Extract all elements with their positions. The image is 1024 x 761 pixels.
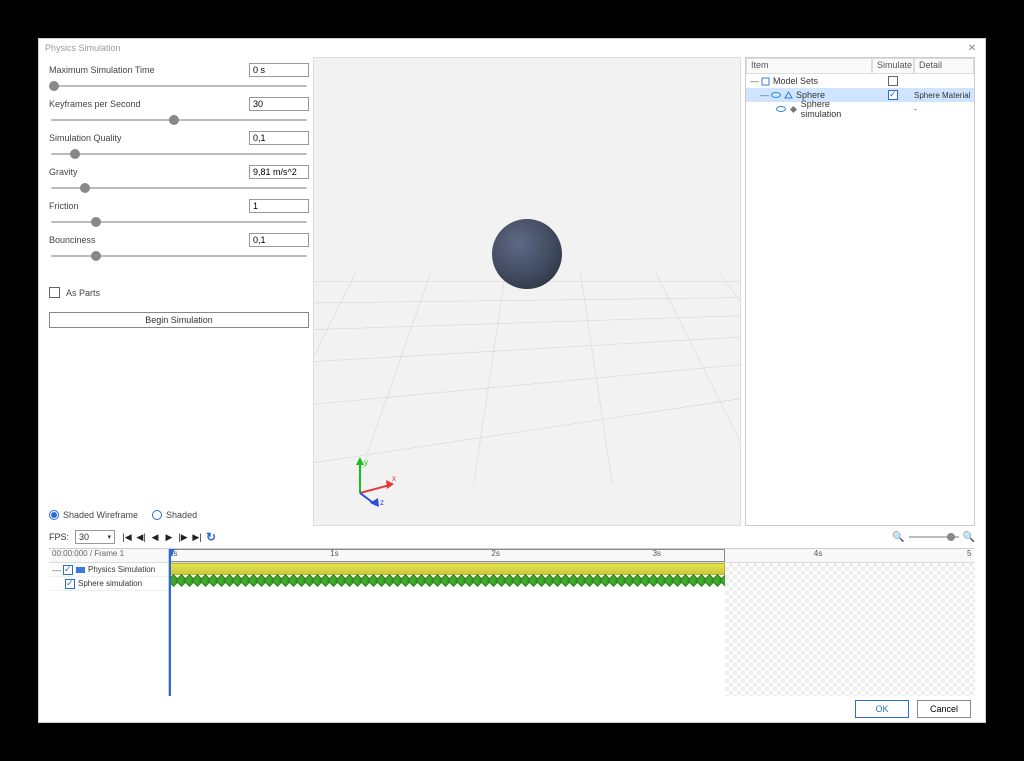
play-back-icon[interactable]: ◀ bbox=[149, 531, 161, 543]
main-area: Maximum Simulation Time Keyframes per Se… bbox=[39, 57, 985, 526]
expander-icon[interactable]: — bbox=[52, 565, 60, 575]
th-detail[interactable]: Detail bbox=[914, 58, 974, 74]
cancel-button[interactable]: Cancel bbox=[917, 700, 971, 718]
tl-check-physics[interactable] bbox=[63, 565, 73, 575]
shaded-wireframe-label: Shaded Wireframe bbox=[63, 510, 138, 520]
max-time-slider[interactable] bbox=[49, 81, 309, 91]
param-bounciness: Bounciness bbox=[49, 233, 309, 247]
svg-text:y: y bbox=[364, 458, 368, 467]
bounce-input[interactable] bbox=[249, 233, 309, 247]
th-simulate[interactable]: Simulate bbox=[872, 58, 914, 74]
tl-row-sphere[interactable]: Sphere simulation bbox=[49, 577, 168, 591]
playhead[interactable] bbox=[169, 549, 171, 696]
tree-header: Item Simulate Detail bbox=[746, 58, 974, 74]
step-forward-icon[interactable]: |▶ bbox=[177, 531, 189, 543]
simulation-icon bbox=[789, 105, 798, 114]
as-parts-checkbox[interactable] bbox=[49, 287, 60, 298]
tree-row-sphere-sim[interactable]: Sphere simulation - bbox=[746, 102, 974, 116]
quality-input[interactable] bbox=[249, 131, 309, 145]
param-keyframes: Keyframes per Second bbox=[49, 97, 309, 111]
tl-check-sphere[interactable] bbox=[65, 579, 75, 589]
go-start-icon[interactable]: |◀ bbox=[121, 531, 133, 543]
as-parts-label: As Parts bbox=[66, 288, 100, 298]
fps-selector[interactable]: 30 ▾ bbox=[75, 530, 115, 544]
tl-row-physics[interactable]: — Physics Simulation bbox=[49, 563, 168, 577]
range-bracket[interactable] bbox=[169, 549, 725, 562]
dialog-footer: OK Cancel bbox=[39, 696, 985, 722]
window-title: Physics Simulation bbox=[45, 43, 121, 53]
playback-buttons: |◀ ◀| ◀ ▶ |▶ ▶| ↻ bbox=[121, 531, 217, 543]
th-item[interactable]: Item bbox=[746, 58, 872, 74]
max-time-input[interactable] bbox=[249, 63, 309, 77]
expander-icon[interactable]: — bbox=[750, 76, 758, 86]
timeline-status: 00:00:000 / Frame 1 bbox=[49, 549, 168, 563]
friction-input[interactable] bbox=[249, 199, 309, 213]
fps-label: FPS: bbox=[49, 532, 69, 542]
parameters-panel: Maximum Simulation Time Keyframes per Se… bbox=[49, 57, 309, 526]
quality-slider[interactable] bbox=[49, 149, 309, 159]
axis-gizmo[interactable]: y x z bbox=[346, 455, 398, 507]
zoom-out-icon[interactable]: 🔍 bbox=[892, 532, 904, 543]
visibility-icon[interactable] bbox=[771, 92, 781, 98]
bounce-label: Bounciness bbox=[49, 235, 189, 245]
close-icon[interactable]: ✕ bbox=[965, 41, 979, 55]
as-parts-row: As Parts bbox=[49, 287, 309, 298]
friction-label: Friction bbox=[49, 201, 189, 211]
timeline-tracks[interactable]: 0s 1s 2s 3s 4s 5 bbox=[169, 549, 975, 696]
timeline-tree: 00:00:000 / Frame 1 — Physics Simulation… bbox=[49, 549, 169, 696]
loop-icon[interactable]: ↻ bbox=[205, 531, 217, 543]
keyframes-sphere[interactable] bbox=[169, 576, 733, 585]
zoom-in-icon[interactable]: 🔍 bbox=[963, 532, 975, 543]
gravity-slider[interactable] bbox=[49, 183, 309, 193]
detail-sphere-sim: - bbox=[914, 105, 974, 114]
timeline-panel: FPS: 30 ▾ |◀ ◀| ◀ ▶ |▶ ▶| ↻ 🔍 🔍 0 bbox=[39, 526, 985, 696]
param-max-time: Maximum Simulation Time bbox=[49, 63, 309, 77]
item-tree-panel: Item Simulate Detail — Model Sets — Sp bbox=[745, 57, 975, 526]
dropdown-icon: ▾ bbox=[108, 533, 112, 541]
simulate-checkbox-modelsets[interactable] bbox=[888, 76, 898, 86]
kps-input[interactable] bbox=[249, 97, 309, 111]
kps-slider[interactable] bbox=[49, 115, 309, 125]
radio-shaded-wireframe[interactable] bbox=[49, 510, 59, 520]
clip-physics[interactable] bbox=[169, 563, 725, 575]
param-friction: Friction bbox=[49, 199, 309, 213]
dialog-window: Physics Simulation ✕ Maximum Simulation … bbox=[38, 38, 986, 723]
time-ruler[interactable]: 0s 1s 2s 3s 4s 5 bbox=[169, 549, 975, 563]
gravity-input[interactable] bbox=[249, 165, 309, 179]
quality-label: Simulation Quality bbox=[49, 133, 189, 143]
folder-icon bbox=[76, 565, 85, 574]
kps-label: Keyframes per Second bbox=[49, 99, 189, 109]
play-forward-icon[interactable]: ▶ bbox=[163, 531, 175, 543]
sphere-mesh[interactable] bbox=[492, 219, 562, 289]
step-back-icon[interactable]: ◀| bbox=[135, 531, 147, 543]
detail-sphere[interactable]: Sphere Material bbox=[914, 91, 974, 100]
gravity-label: Gravity bbox=[49, 167, 189, 177]
modelsets-icon bbox=[761, 77, 770, 86]
go-end-icon[interactable]: ▶| bbox=[191, 531, 203, 543]
begin-simulation-button[interactable]: Begin Simulation bbox=[49, 312, 309, 328]
friction-slider[interactable] bbox=[49, 217, 309, 227]
bounce-slider[interactable] bbox=[49, 251, 309, 261]
shaded-label: Shaded bbox=[166, 510, 197, 520]
max-time-label: Maximum Simulation Time bbox=[49, 65, 189, 75]
radio-shaded[interactable] bbox=[152, 510, 162, 520]
display-mode-row: Shaded Wireframe Shaded bbox=[49, 510, 309, 526]
param-gravity: Gravity bbox=[49, 165, 309, 179]
out-of-range-region bbox=[725, 563, 975, 696]
svg-text:z: z bbox=[380, 498, 384, 507]
svg-text:x: x bbox=[392, 474, 396, 483]
ok-button[interactable]: OK bbox=[855, 700, 909, 718]
timeline-controls: FPS: 30 ▾ |◀ ◀| ◀ ▶ |▶ ▶| ↻ 🔍 🔍 bbox=[49, 526, 975, 548]
tree-body: — Model Sets — Sphere Sphere Material bbox=[746, 74, 974, 525]
visibility-icon[interactable] bbox=[776, 106, 786, 112]
param-quality: Simulation Quality bbox=[49, 131, 309, 145]
tree-row-modelsets[interactable]: — Model Sets bbox=[746, 74, 974, 88]
title-bar[interactable]: Physics Simulation ✕ bbox=[39, 39, 985, 57]
zoom-slider[interactable] bbox=[909, 536, 959, 538]
simulate-checkbox-sphere[interactable] bbox=[888, 90, 898, 100]
timeline-body: 00:00:000 / Frame 1 — Physics Simulation… bbox=[49, 548, 975, 696]
timeline-zoom: 🔍 🔍 bbox=[892, 532, 975, 543]
viewport-3d[interactable]: y x z bbox=[313, 57, 741, 526]
